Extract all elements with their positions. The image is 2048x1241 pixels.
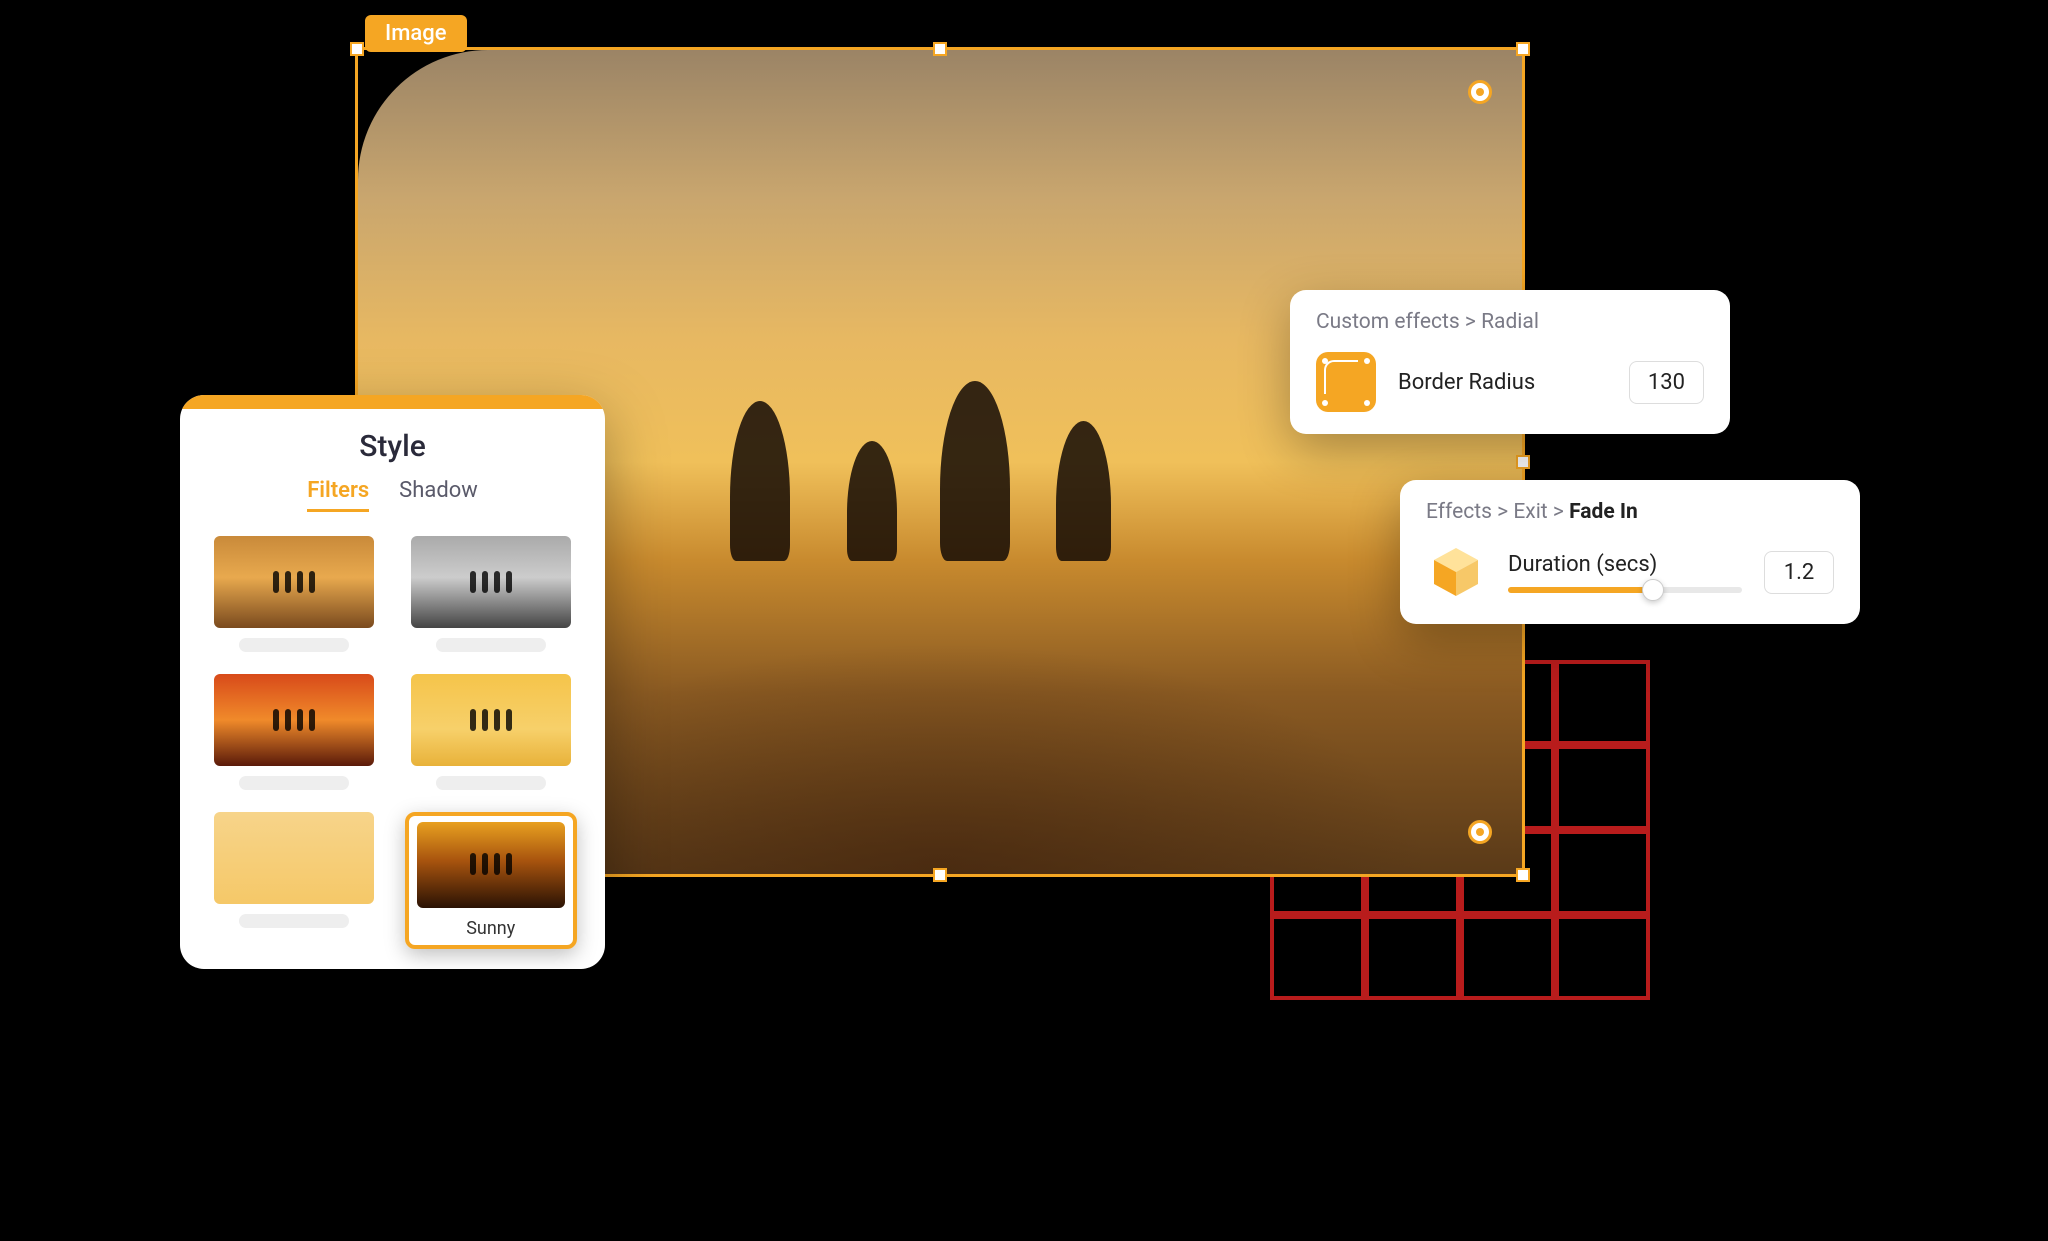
tab-filters[interactable]: Filters xyxy=(307,478,369,512)
image-content xyxy=(847,441,897,561)
breadcrumb: Effects > Exit > Fade In xyxy=(1426,500,1834,524)
breadcrumb-current: Fade In xyxy=(1569,500,1638,524)
style-panel: Style Filters Shadow Sunny xyxy=(180,395,605,969)
style-tabs: Filters Shadow xyxy=(180,478,605,512)
resize-handle-tr[interactable] xyxy=(1516,42,1530,56)
slider-thumb[interactable] xyxy=(1642,579,1664,601)
border-radius-card: Custom effects > Radial Border Radius 13… xyxy=(1290,290,1730,434)
filter-option[interactable] xyxy=(405,674,578,790)
resize-handle-mr[interactable] xyxy=(1516,455,1530,469)
duration-label: Duration (secs) xyxy=(1508,552,1742,577)
breadcrumb-current: Radial xyxy=(1481,310,1539,334)
filter-option[interactable] xyxy=(405,536,578,652)
resize-handle-bm[interactable] xyxy=(933,868,947,882)
image-content xyxy=(1056,421,1111,561)
filter-option-selected[interactable]: Sunny xyxy=(405,812,578,949)
image-content xyxy=(940,381,1010,561)
image-content xyxy=(730,401,790,561)
filter-grid: Sunny xyxy=(180,536,605,949)
cube-icon xyxy=(1426,542,1486,602)
filter-label-placeholder xyxy=(239,776,349,790)
filter-option[interactable] xyxy=(208,812,381,949)
style-panel-accent xyxy=(180,395,605,409)
element-type-label: Image xyxy=(365,15,467,52)
filter-label-placeholder xyxy=(239,914,349,928)
duration-slider[interactable] xyxy=(1508,587,1742,593)
resize-handle-tm[interactable] xyxy=(933,42,947,56)
filter-option[interactable] xyxy=(208,536,381,652)
resize-handle-tl[interactable] xyxy=(350,42,364,56)
duration-input[interactable]: 1.2 xyxy=(1764,551,1834,594)
style-panel-title: Style xyxy=(180,409,605,478)
filter-name: Sunny xyxy=(466,918,515,939)
radius-handle-icon[interactable] xyxy=(1468,820,1492,844)
breadcrumb-prefix: Effects > Exit > xyxy=(1426,500,1569,524)
border-radius-icon xyxy=(1316,352,1376,412)
resize-handle-br[interactable] xyxy=(1516,868,1530,882)
breadcrumb-prefix: Custom effects > xyxy=(1316,310,1481,334)
filter-label-placeholder xyxy=(436,638,546,652)
filter-label-placeholder xyxy=(436,776,546,790)
breadcrumb: Custom effects > Radial xyxy=(1316,310,1704,334)
effects-card: Effects > Exit > Fade In Duration (secs)… xyxy=(1400,480,1860,624)
tab-shadow[interactable]: Shadow xyxy=(399,478,478,512)
border-radius-label: Border Radius xyxy=(1398,370,1607,395)
filter-option[interactable] xyxy=(208,674,381,790)
filter-label-placeholder xyxy=(239,638,349,652)
border-radius-input[interactable]: 130 xyxy=(1629,361,1704,404)
radius-handle-icon[interactable] xyxy=(1468,80,1492,104)
